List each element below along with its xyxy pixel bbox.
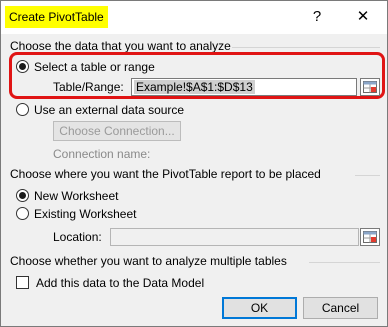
section-divider <box>355 175 380 176</box>
table-range-value: Example!$A$1:$D$13 <box>134 80 255 94</box>
collapse-dialog-icon <box>363 231 377 243</box>
choose-connection-button[interactable]: Choose Connection... <box>53 121 181 141</box>
new-worksheet-radio[interactable] <box>16 189 29 202</box>
location-input[interactable] <box>110 228 359 246</box>
data-model-checkbox[interactable] <box>16 276 29 289</box>
new-worksheet-option[interactable]: New Worksheet <box>16 187 118 205</box>
external-source-label: Use an external data source <box>34 103 185 117</box>
data-model-label: Add this data to the Data Model <box>36 276 205 290</box>
existing-worksheet-option[interactable]: Existing Worksheet <box>16 205 137 223</box>
ok-button[interactable]: OK <box>222 297 297 319</box>
select-table-radio[interactable] <box>16 60 29 73</box>
collapse-dialog-icon <box>363 81 377 93</box>
existing-worksheet-radio[interactable] <box>16 207 29 220</box>
data-source-heading: Choose the data that you want to analyze <box>10 39 231 53</box>
select-table-label: Select a table or range <box>34 60 155 74</box>
location-label: Location: <box>53 230 102 244</box>
placement-heading: Choose where you want the PivotTable rep… <box>10 167 321 181</box>
multiple-tables-heading: Choose whether you want to analyze multi… <box>10 254 287 268</box>
section-divider <box>309 262 380 263</box>
table-range-label: Table/Range: <box>53 80 124 94</box>
help-button[interactable]: ? <box>304 5 330 29</box>
new-worksheet-label: New Worksheet <box>34 189 119 203</box>
connection-name-label: Connection name: <box>53 147 151 161</box>
title-bar: Create PivotTable ? ✕ <box>1 1 387 34</box>
dialog-title: Create PivotTable <box>5 6 108 28</box>
create-pivottable-dialog: Create PivotTable ? ✕ Choose the data th… <box>0 0 388 327</box>
external-source-radio[interactable] <box>16 103 29 116</box>
data-model-option[interactable]: Add this data to the Data Model <box>16 274 204 292</box>
external-source-option[interactable]: Use an external data source <box>16 101 184 119</box>
section-divider <box>232 47 380 48</box>
cancel-button[interactable]: Cancel <box>303 297 378 319</box>
table-range-input[interactable]: Example!$A$1:$D$13 <box>131 78 357 96</box>
select-table-option[interactable]: Select a table or range <box>16 58 155 76</box>
existing-worksheet-label: Existing Worksheet <box>34 207 137 221</box>
table-range-picker-button[interactable] <box>360 78 380 96</box>
close-button[interactable]: ✕ <box>350 5 376 29</box>
location-picker-button[interactable] <box>360 228 380 246</box>
